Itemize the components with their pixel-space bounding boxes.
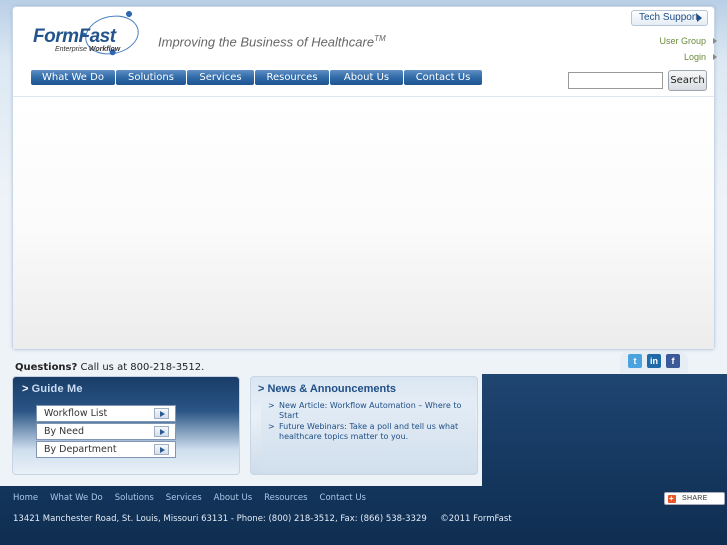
chevron-right-icon: >: [258, 383, 265, 395]
footer-link-resources[interactable]: Resources: [264, 493, 307, 503]
nav-item-services[interactable]: Services: [187, 70, 254, 85]
logo-sub-workflow: Workflow: [88, 46, 121, 53]
play-arrow-icon: [154, 408, 169, 419]
guide-item-label: Workflow List: [44, 408, 108, 419]
play-arrow-icon: [154, 426, 169, 437]
news-title-text: News & Announcements: [267, 383, 396, 395]
questions-phone-text: Call us at 800-218-3512.: [80, 362, 205, 373]
guide-item-label: By Need: [44, 426, 84, 437]
tech-support-label: Tech Support: [639, 12, 698, 23]
footer-link-what-we-do[interactable]: What We Do: [50, 493, 103, 503]
news-item[interactable]: Future Webinars: Take a poll and tell us…: [268, 422, 471, 442]
tech-support-button[interactable]: Tech Support: [631, 10, 708, 26]
user-group-link[interactable]: User Group: [659, 36, 717, 46]
footer-link-services[interactable]: Services: [166, 493, 202, 503]
guide-me-title: > Guide Me: [22, 383, 83, 395]
search-input[interactable]: [568, 72, 663, 89]
nav-item-about-us[interactable]: About Us: [330, 70, 403, 85]
share-button[interactable]: SHARE: [664, 492, 725, 505]
footer-link-about-us[interactable]: About Us: [214, 493, 252, 503]
social-links: t in f: [620, 352, 688, 373]
questions-label: Questions?: [15, 362, 78, 373]
play-arrow-icon: [154, 444, 169, 455]
footer-link-solutions[interactable]: Solutions: [115, 493, 154, 503]
nav-item-resources[interactable]: Resources: [255, 70, 329, 85]
login-label: Login: [683, 52, 706, 62]
tagline: Improving the Business of HealthcareTM: [158, 34, 386, 49]
footer-link-contact-us[interactable]: Contact Us: [320, 493, 366, 503]
guide-me-title-text: Guide Me: [31, 383, 83, 395]
footer-nav: Home What We Do Solutions Services About…: [13, 493, 378, 503]
arrow-right-icon: [713, 54, 717, 60]
arrow-right-icon: [713, 38, 717, 44]
nav-item-what-we-do[interactable]: What We Do: [31, 70, 115, 85]
guide-item-label: By Department: [44, 444, 117, 455]
chevron-right-icon: >: [22, 383, 29, 395]
nav-item-solutions[interactable]: Solutions: [116, 70, 186, 85]
main-nav: What We Do Solutions Services Resources …: [31, 70, 483, 85]
logo-word-form: Form: [33, 26, 79, 47]
logo-sub-enterprise: Enterprise: [55, 46, 87, 53]
hero-banner: [13, 96, 714, 349]
share-plus-icon: [668, 493, 676, 504]
questions-callout: Questions? Call us at 800-218-3512.: [15, 362, 204, 373]
user-group-label: User Group: [659, 36, 706, 46]
guide-item-by-department[interactable]: By Department: [36, 441, 176, 458]
search-button[interactable]: Search: [668, 70, 707, 91]
news-item[interactable]: New Article: Workflow Automation – Where…: [268, 401, 471, 421]
nav-item-contact-us[interactable]: Contact Us: [404, 70, 482, 85]
tagline-trademark: TM: [374, 34, 386, 43]
facebook-icon[interactable]: f: [666, 354, 680, 368]
news-title: > News & Announcements: [258, 383, 396, 395]
login-link[interactable]: Login: [683, 52, 717, 62]
logo-wordmark: FormFast: [33, 26, 116, 48]
tagline-text: Improving the Business of Healthcare: [158, 34, 375, 50]
logo-subtitle: Enterprise Workflow: [55, 46, 120, 53]
guide-item-by-need[interactable]: By Need: [36, 423, 176, 440]
footer-address: 13421 Manchester Road, St. Louis, Missou…: [13, 514, 512, 524]
guide-item-workflow-list[interactable]: Workflow List: [36, 405, 176, 422]
linkedin-icon[interactable]: in: [647, 354, 661, 368]
footer-link-home[interactable]: Home: [13, 493, 38, 503]
logo-word-fast: Fast: [78, 26, 117, 47]
formfast-logo[interactable]: FormFast Enterprise Workflow: [33, 10, 143, 60]
twitter-icon[interactable]: t: [628, 354, 642, 368]
arrow-right-icon: [697, 14, 702, 22]
share-label: SHARE: [682, 495, 708, 502]
